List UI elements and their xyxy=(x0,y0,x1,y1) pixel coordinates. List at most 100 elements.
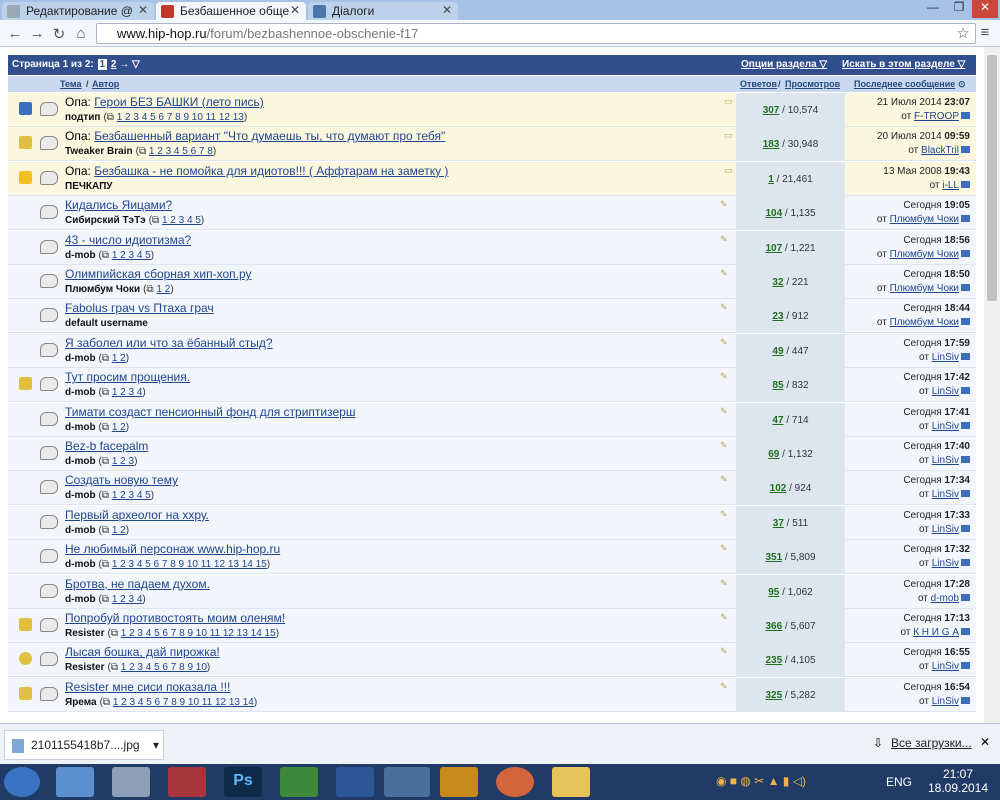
thread-title-link[interactable]: 43 - число идиотизма? xyxy=(65,233,191,247)
go-to-last-icon[interactable] xyxy=(961,490,970,498)
thread-title-link[interactable]: Кидались Яицами? xyxy=(65,198,172,212)
photoshop-icon[interactable]: Ps xyxy=(224,767,262,797)
thread-title-link[interactable]: Олимпийская сборная хип-хоп.ру xyxy=(65,267,252,281)
page-links[interactable]: 1 2 3 4 5 6 7 8 9 10 11 12 13 14 15 xyxy=(112,559,267,570)
menu-icon[interactable]: ≡ xyxy=(976,24,994,41)
replies-count[interactable]: 351 xyxy=(765,552,782,563)
go-to-last-icon[interactable] xyxy=(961,284,970,291)
replies-count[interactable]: 104 xyxy=(765,208,782,219)
replies-count[interactable]: 85 xyxy=(772,380,783,391)
replies-count[interactable]: 95 xyxy=(768,587,779,598)
page-links[interactable]: 1 2 3 4 5 xyxy=(112,250,151,261)
go-to-last-icon[interactable] xyxy=(961,696,970,704)
thread-author[interactable]: d-mob xyxy=(65,594,96,605)
replies-count[interactable]: 32 xyxy=(772,277,783,288)
thread-author[interactable]: Сибирский ТэТэ xyxy=(65,215,146,226)
home-icon[interactable]: ⌂ xyxy=(72,25,90,42)
word-icon[interactable] xyxy=(336,767,374,797)
page-links[interactable]: 1 2 3 4 5 6 7 8 9 10 11 12 13 xyxy=(117,112,244,123)
close-tab-icon[interactable]: ✕ xyxy=(290,3,300,17)
replies-count[interactable]: 37 xyxy=(773,518,784,529)
all-downloads-link[interactable]: Все загрузки... xyxy=(891,736,972,750)
page-links[interactable]: 1 2 3 4 5 xyxy=(112,490,151,501)
close-icon[interactable]: ✕ xyxy=(980,735,990,749)
go-to-last-icon[interactable] xyxy=(961,662,970,670)
go-to-last-icon[interactable] xyxy=(961,421,970,429)
chrome-icon[interactable] xyxy=(384,767,430,797)
thread-author[interactable]: Resister xyxy=(65,628,104,639)
go-to-last-icon[interactable] xyxy=(961,180,970,188)
minimize-icon[interactable]: — xyxy=(920,0,946,18)
go-to-last-icon[interactable] xyxy=(961,146,970,154)
last-post-user[interactable]: Плюмбум Чоки xyxy=(890,249,959,260)
page-links[interactable]: 1 2 xyxy=(156,284,170,295)
thread-author[interactable]: Tweaker Brain xyxy=(65,146,133,157)
maximize-icon[interactable]: ❐ xyxy=(946,0,972,18)
replies-count[interactable]: 183 xyxy=(763,139,780,150)
explorer-icon[interactable] xyxy=(56,767,94,797)
replies-count[interactable]: 47 xyxy=(772,415,783,426)
vertical-scrollbar[interactable] xyxy=(984,47,1000,723)
section-options-link[interactable]: Опции раздела ▽ xyxy=(741,59,827,70)
thread-author[interactable]: d-mob xyxy=(65,456,96,467)
thread-title-link[interactable]: Герои БЕЗ БАШКИ (лето пись) xyxy=(94,95,264,109)
chevron-down-icon[interactable]: ▾ xyxy=(153,738,159,752)
col-last-post[interactable]: Последнее сообщение xyxy=(854,79,955,89)
forward-icon[interactable]: → xyxy=(28,25,46,42)
download-item[interactable]: 2101155418b7....jpg ▾ xyxy=(4,730,164,760)
language-indicator[interactable]: ENG xyxy=(886,775,912,789)
thread-title-link[interactable]: Bez-b facepalm xyxy=(65,439,148,453)
tab-forum[interactable]: Безбашенное обще ✕ xyxy=(156,2,306,20)
folder-icon[interactable] xyxy=(552,767,590,797)
thread-title-link[interactable]: Тимати создаст пенсионный фонд для стрип… xyxy=(65,405,355,419)
monitor-icon[interactable] xyxy=(112,767,150,797)
thread-author[interactable]: d-mob xyxy=(65,353,96,364)
thread-author[interactable]: ПЕЧКАПУ xyxy=(65,181,113,192)
page-next[interactable]: 2 xyxy=(111,59,117,70)
thread-author[interactable]: d-mob xyxy=(65,525,96,536)
thread-title-link[interactable]: Попробуй противостоять моим оленям! xyxy=(65,611,285,625)
replies-count[interactable]: 325 xyxy=(765,690,782,701)
thread-author[interactable]: d-mob xyxy=(65,490,96,501)
thread-title-link[interactable]: Fabolus грач vs Птаха грач xyxy=(65,301,214,315)
replies-count[interactable]: 102 xyxy=(770,483,787,494)
thread-title-link[interactable]: Тут просим прощения. xyxy=(65,370,190,384)
last-post-user[interactable]: Плюмбум Чоки xyxy=(890,317,959,328)
replies-count[interactable]: 49 xyxy=(772,346,783,357)
thread-author[interactable]: подтип xyxy=(65,112,100,123)
utorrent-icon[interactable] xyxy=(280,767,318,797)
clock[interactable]: 21:07 18.09.2014 xyxy=(922,767,994,795)
page-links[interactable]: 1 2 3 4 5 6 7 8 9 10 xyxy=(121,662,207,673)
last-post-user[interactable]: LinSiv xyxy=(932,696,959,707)
thread-author[interactable]: d-mob xyxy=(65,422,96,433)
player-icon[interactable] xyxy=(496,767,534,797)
go-to-last-icon[interactable] xyxy=(961,112,970,119)
thread-author[interactable]: d-mob xyxy=(65,387,96,398)
start-button[interactable] xyxy=(4,767,40,797)
sort-icon[interactable]: ⊙ xyxy=(958,79,966,90)
page-links[interactable]: 1 2 xyxy=(112,353,126,364)
close-tab-icon[interactable]: ✕ xyxy=(138,3,148,17)
thread-author[interactable]: Плюмбум Чоки xyxy=(65,284,140,295)
tray-icons[interactable]: ◉ ■ ◍ ✂ ▲ ▮ ◁) xyxy=(716,774,806,788)
replies-count[interactable]: 1 xyxy=(768,174,774,185)
bookmark-star-icon[interactable]: ☆ xyxy=(954,24,972,42)
page-links[interactable]: 1 2 3 4 5 6 7 8 9 10 11 12 13 14 xyxy=(113,697,254,708)
thread-title-link[interactable]: Resister мне сиси показала !!! xyxy=(65,680,230,694)
go-to-last-icon[interactable] xyxy=(961,318,970,326)
last-post-user[interactable]: LinSiv xyxy=(932,421,959,432)
thread-title-link[interactable]: Лысая бошка, дай пирожка! xyxy=(65,645,220,659)
replies-count[interactable]: 69 xyxy=(768,449,779,460)
go-to-last-icon[interactable] xyxy=(961,559,970,567)
page-links[interactable]: 1 2 3 4 5 6 7 8 xyxy=(149,146,213,157)
last-post-user[interactable]: i-LL xyxy=(942,180,959,191)
thread-title-link[interactable]: Первый археолог на xxру. xyxy=(65,508,209,522)
tab-dialogs[interactable]: Діалоги ✕ xyxy=(308,2,458,20)
last-post-user[interactable]: Плюмбум Чоки xyxy=(890,283,959,294)
last-post-user[interactable]: F-TROOP xyxy=(914,111,959,122)
next-arrow-icon[interactable]: → xyxy=(119,59,129,70)
col-views[interactable]: Просмотров xyxy=(785,79,840,89)
col-replies[interactable]: Ответов xyxy=(740,79,777,89)
col-author[interactable]: Автор xyxy=(92,79,119,89)
last-post-user[interactable]: К Н И G А xyxy=(913,627,959,638)
